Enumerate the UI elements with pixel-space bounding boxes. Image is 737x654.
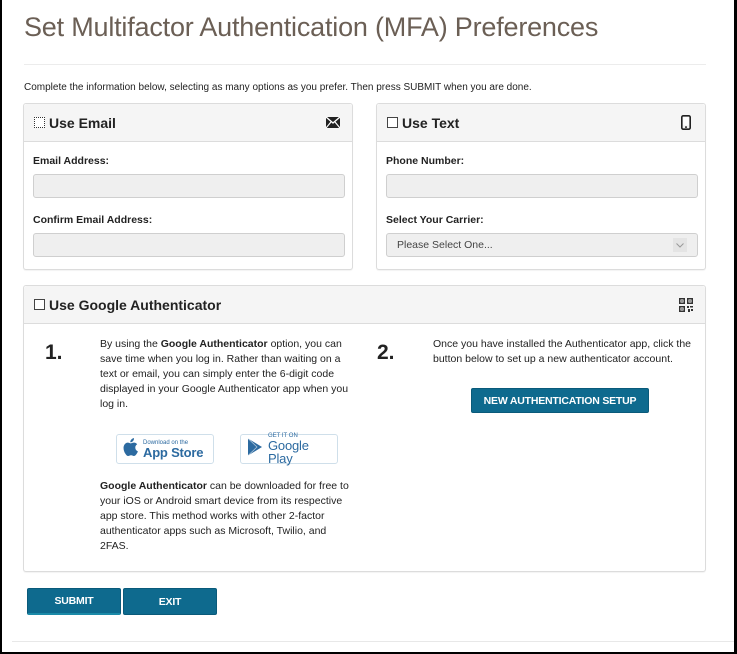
step-1-text: By using the Google Authenticator option…: [100, 337, 356, 412]
carrier-label: Select Your Carrier:: [386, 214, 484, 226]
step-2-text: Once you have installed the Authenticato…: [433, 338, 691, 365]
google-authenticator-header: Use Google Authenticator: [24, 286, 705, 324]
text-panel-title: Use Text: [402, 114, 460, 131]
email-panel: Use Email Email Address: Confirm Email A…: [23, 103, 353, 270]
use-google-authenticator-checkbox[interactable]: [34, 299, 45, 310]
app-store-badge-text: Download on the App Store: [143, 440, 204, 460]
exit-button[interactable]: EXIT: [123, 588, 217, 615]
text-panel-header: Use Text: [377, 104, 705, 142]
use-text-checkbox[interactable]: [387, 117, 398, 128]
confirm-email-label: Confirm Email Address:: [33, 214, 153, 226]
qr-code-icon: [677, 296, 695, 314]
text-panel: Use Text Phone Number: Select Your Carri…: [376, 103, 706, 270]
bottom-divider: [12, 641, 734, 642]
title-divider: [24, 64, 706, 65]
google-play-big-text: Google Play: [268, 438, 309, 466]
phone-number-label: Phone Number:: [386, 155, 465, 167]
email-panel-header: Use Email: [24, 104, 352, 142]
step-1-text-bold: Google Authenticator: [160, 338, 268, 350]
carrier-select[interactable]: Please Select One...: [386, 233, 698, 257]
phone-number-input[interactable]: [386, 174, 698, 198]
apple-icon: [123, 437, 138, 461]
page-title: Set Multifactor Authentication (MFA) Pre…: [24, 12, 599, 42]
text-panel-title-wrap: Use Text: [387, 115, 459, 131]
email-address-label: Email Address:: [33, 155, 110, 167]
google-authenticator-panel: Use Google Authenticator 1. By using the…: [23, 285, 706, 572]
app-store-badge[interactable]: Download on the App Store: [116, 434, 214, 464]
google-panel-title-wrap: Use Google Authenticator: [34, 297, 221, 313]
email-panel-title-wrap: Use Email: [34, 115, 116, 131]
google-play-badge-text: GET IT ON Google Play: [268, 433, 331, 465]
google-panel-title: Use Google Authenticator: [49, 296, 222, 313]
carrier-select-value: Please Select One...: [397, 239, 493, 251]
step-1-number: 1.: [45, 341, 63, 364]
mobile-phone-icon: [677, 114, 695, 132]
google-play-icon: [247, 437, 263, 461]
envelope-icon: [324, 114, 342, 132]
intro-text: Complete the information below, selectin…: [24, 82, 532, 93]
email-panel-title: Use Email: [49, 114, 116, 131]
chevron-down-icon: [673, 238, 687, 252]
step-2-number: 2.: [377, 341, 395, 364]
step-1-text-pre: By using the: [100, 338, 161, 350]
download-note-bold: Google Authenticator: [100, 480, 207, 492]
download-note: Google Authenticator can be downloaded f…: [100, 479, 356, 554]
confirm-email-input[interactable]: [33, 233, 345, 257]
mfa-preferences-page: Set Multifactor Authentication (MFA) Pre…: [2, 0, 734, 652]
google-play-badge[interactable]: GET IT ON Google Play: [240, 433, 338, 465]
use-email-checkbox[interactable]: [34, 117, 45, 128]
email-address-input[interactable]: [33, 174, 345, 198]
submit-button[interactable]: SUBMIT: [27, 588, 121, 615]
app-store-big-text: App Store: [143, 444, 204, 460]
new-authentication-setup-button[interactable]: NEW AUTHENTICATION SETUP: [471, 388, 649, 413]
